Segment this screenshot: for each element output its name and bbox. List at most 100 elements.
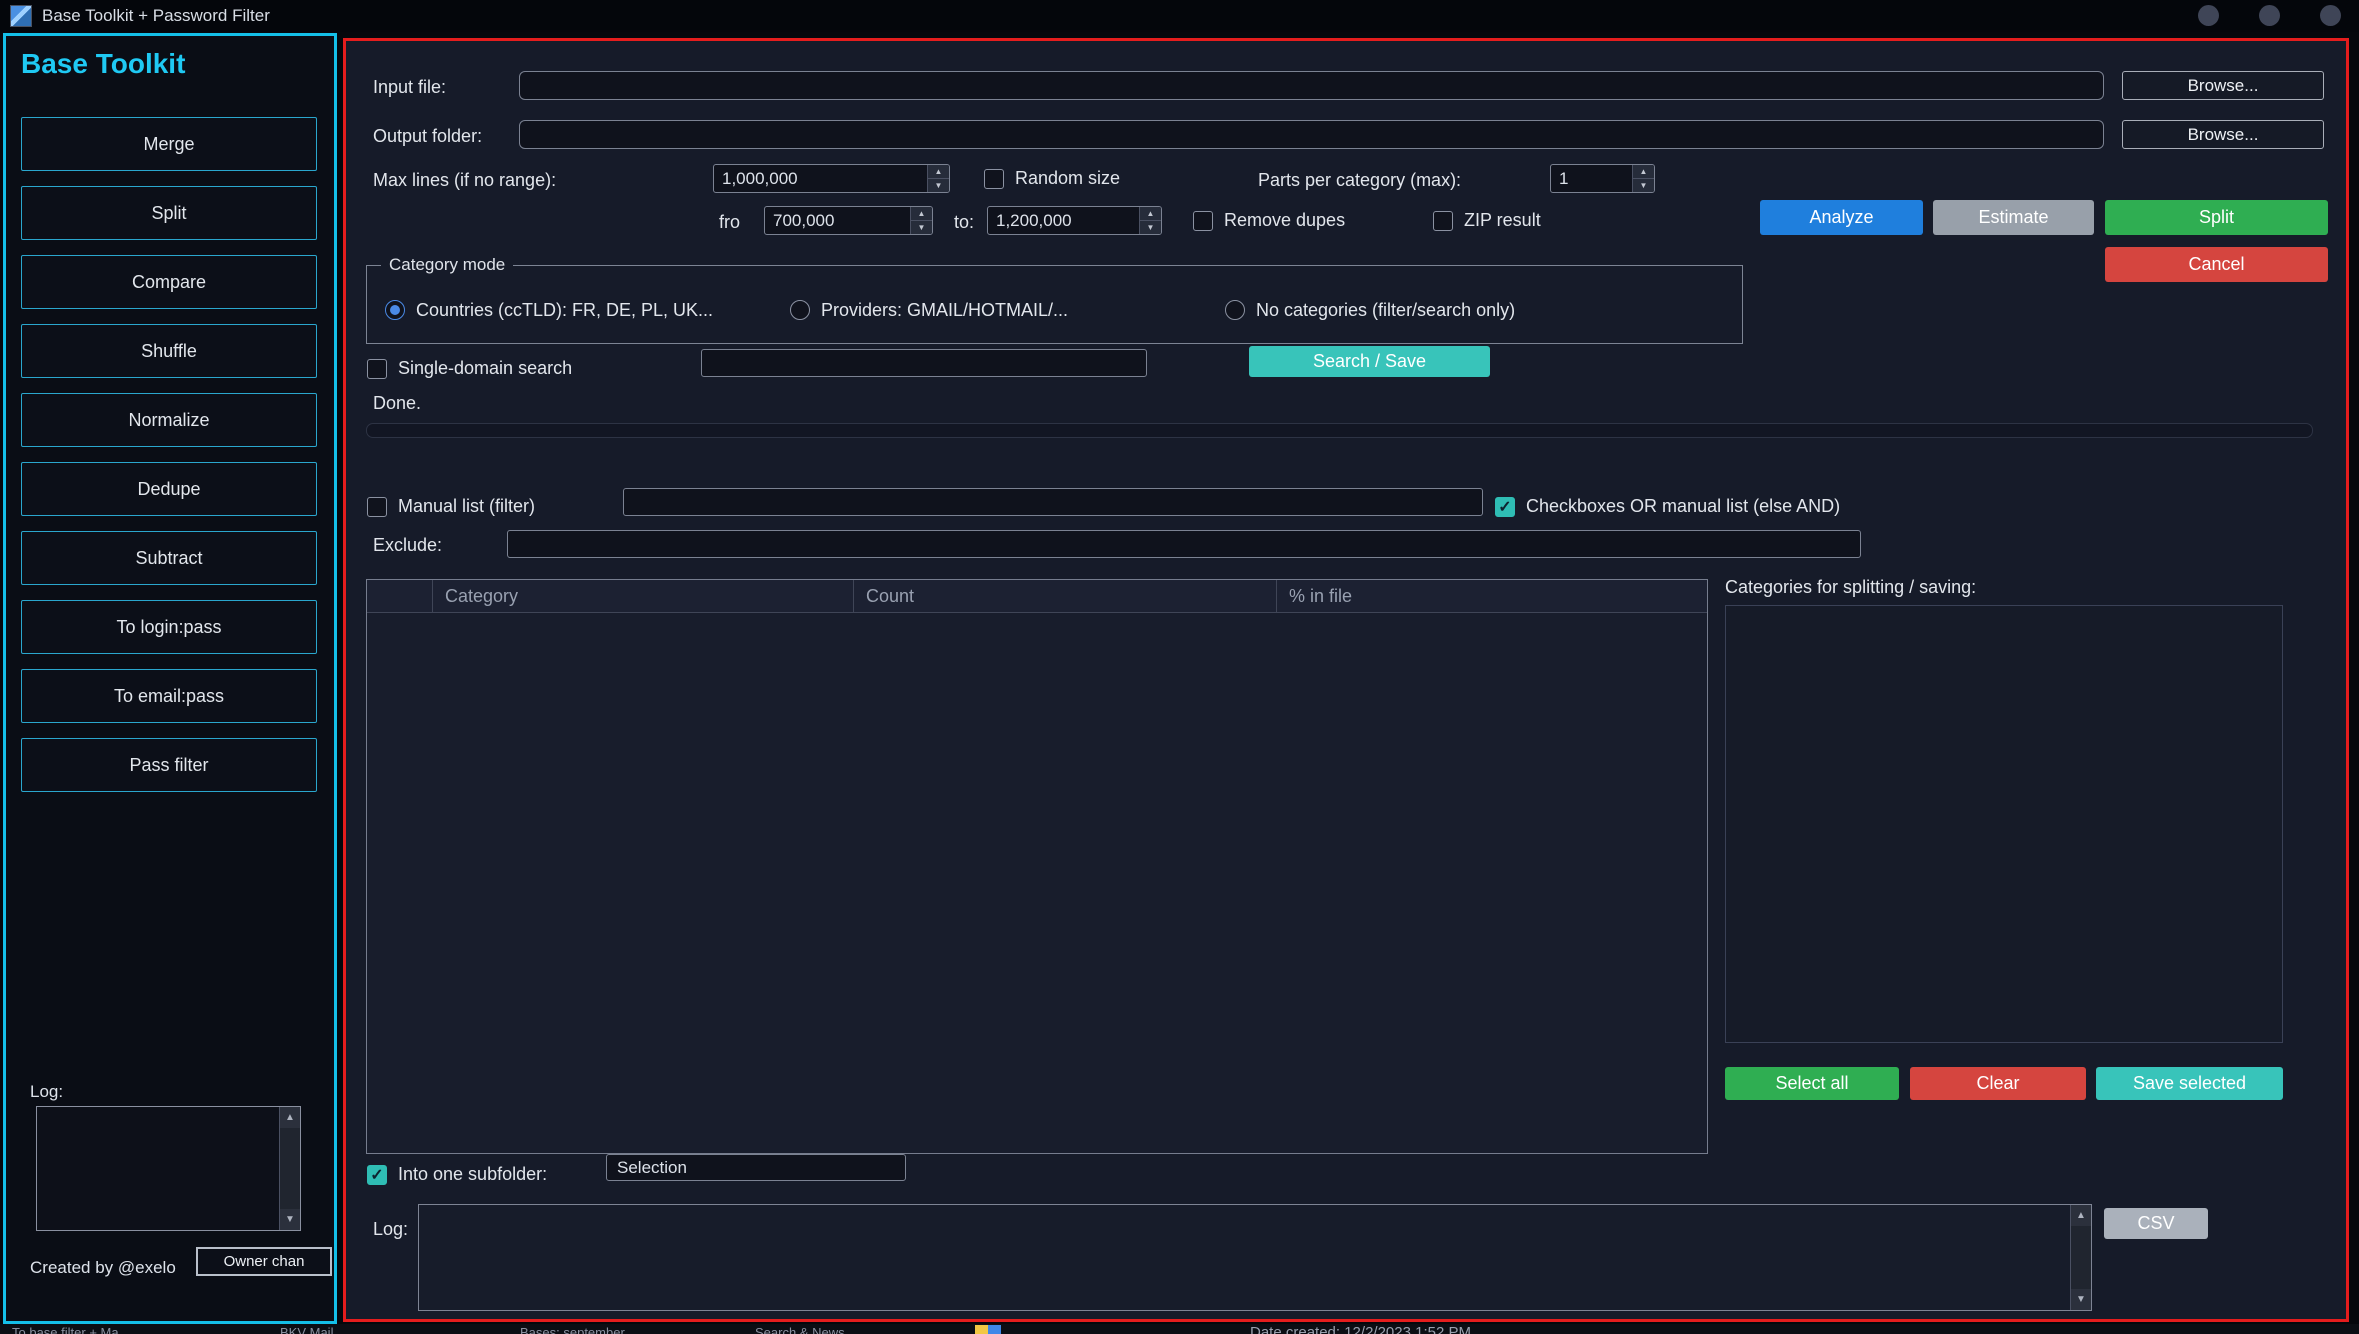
sidebar-button-merge[interactable]: Merge bbox=[21, 117, 317, 171]
minimize-button[interactable] bbox=[2198, 5, 2219, 26]
from-spinner: ▲ ▼ bbox=[764, 206, 933, 235]
main-log-content bbox=[419, 1205, 2070, 1310]
credit-text: Created by @exelo bbox=[30, 1258, 176, 1278]
exclude-field[interactable] bbox=[507, 530, 1861, 558]
scroll-up-icon[interactable]: ▲ bbox=[280, 1107, 300, 1128]
categories-listbox[interactable] bbox=[1725, 605, 2283, 1043]
parts-increment-icon[interactable]: ▲ bbox=[1633, 165, 1654, 179]
taskbar-item[interactable]: BKV Mail... bbox=[280, 1325, 344, 1334]
owner-channel-button[interactable]: Owner chan bbox=[196, 1247, 332, 1276]
application-window: Base Toolkit + Password Filter Base Tool… bbox=[0, 0, 2359, 1334]
table-header-category: Category bbox=[433, 580, 854, 612]
single-domain-label: Single-domain search bbox=[398, 358, 572, 379]
exclude-label: Exclude: bbox=[373, 535, 442, 556]
csv-button[interactable]: CSV bbox=[2104, 1208, 2208, 1239]
sidebar-button-shuffle[interactable]: Shuffle bbox=[21, 324, 317, 378]
to-label: to: bbox=[954, 212, 974, 233]
search-save-button[interactable]: Search / Save bbox=[1249, 346, 1490, 377]
titlebar: Base Toolkit + Password Filter bbox=[0, 0, 2359, 32]
subfolder-name-field[interactable] bbox=[606, 1154, 906, 1181]
main-log-label: Log: bbox=[373, 1219, 408, 1240]
split-button[interactable]: Split bbox=[2105, 200, 2328, 235]
no-categories-radio[interactable] bbox=[1225, 300, 1245, 320]
scrollbar-track[interactable] bbox=[2071, 1226, 2091, 1289]
maximize-button[interactable] bbox=[2259, 5, 2280, 26]
estimate-button[interactable]: Estimate bbox=[1933, 200, 2094, 235]
category-table[interactable]: Category Count % in file bbox=[366, 579, 1708, 1154]
input-file-browse-button[interactable]: Browse... bbox=[2122, 71, 2324, 100]
zip-result-checkbox[interactable] bbox=[1433, 211, 1453, 231]
select-all-button[interactable]: Select all bbox=[1725, 1067, 1899, 1100]
countries-radio[interactable] bbox=[385, 300, 405, 320]
to-input[interactable] bbox=[988, 207, 1139, 234]
parts-decrement-icon[interactable]: ▼ bbox=[1633, 179, 1654, 192]
taskbar-item[interactable]: Search & News... bbox=[755, 1325, 855, 1334]
close-button[interactable] bbox=[2320, 5, 2341, 26]
manual-list-checkbox[interactable] bbox=[367, 497, 387, 517]
max-lines-label: Max lines (if no range): bbox=[373, 170, 556, 191]
remove-dupes-checkbox[interactable] bbox=[1193, 211, 1213, 231]
manual-list-field[interactable] bbox=[623, 488, 1483, 516]
scroll-up-icon[interactable]: ▲ bbox=[2071, 1205, 2091, 1226]
taskbar-item[interactable]: Bases: september... bbox=[520, 1325, 635, 1334]
sidebar-button-pass-filter[interactable]: Pass filter bbox=[21, 738, 317, 792]
sidebar-log-label: Log: bbox=[30, 1082, 63, 1102]
cancel-button[interactable]: Cancel bbox=[2105, 247, 2328, 282]
max-lines-increment-icon[interactable]: ▲ bbox=[928, 165, 949, 179]
scroll-down-icon[interactable]: ▼ bbox=[280, 1209, 300, 1230]
parts-input[interactable] bbox=[1551, 165, 1632, 192]
max-lines-decrement-icon[interactable]: ▼ bbox=[928, 179, 949, 192]
main-log-scrollbar[interactable]: ▲ ▼ bbox=[2070, 1205, 2091, 1310]
into-one-subfolder-checkbox[interactable] bbox=[367, 1165, 387, 1185]
output-folder-browse-button[interactable]: Browse... bbox=[2122, 120, 2324, 149]
to-increment-icon[interactable]: ▲ bbox=[1140, 207, 1161, 221]
scrollbar-track[interactable] bbox=[280, 1128, 300, 1209]
sidebar-button-normalize[interactable]: Normalize bbox=[21, 393, 317, 447]
main-panel: Input file: Browse... Output folder: Bro… bbox=[343, 38, 2349, 1322]
clear-button[interactable]: Clear bbox=[1910, 1067, 2086, 1100]
main-log-area[interactable]: ▲ ▼ bbox=[418, 1204, 2092, 1311]
providers-radio-label: Providers: GMAIL/HOTMAIL/... bbox=[821, 300, 1068, 321]
sidebar-log-area[interactable]: ▲ ▼ bbox=[36, 1106, 301, 1231]
taskbar-strip: To base filter + Ma... BKV Mail... Bases… bbox=[0, 1324, 2359, 1334]
to-spin-arrows: ▲ ▼ bbox=[1139, 207, 1161, 234]
sidebar-button-dedupe[interactable]: Dedupe bbox=[21, 462, 317, 516]
taskbar-item[interactable]: To base filter + Ma... bbox=[12, 1325, 129, 1334]
output-folder-field[interactable] bbox=[519, 120, 2104, 149]
sidebar: Base Toolkit Merge Split Compare Shuffle… bbox=[3, 33, 337, 1324]
max-lines-input[interactable] bbox=[714, 165, 927, 192]
sidebar-button-split[interactable]: Split bbox=[21, 186, 317, 240]
random-size-checkbox[interactable] bbox=[984, 169, 1004, 189]
taskbar-app-icon[interactable] bbox=[975, 1325, 1001, 1334]
sidebar-button-to-login-pass[interactable]: To login:pass bbox=[21, 600, 317, 654]
sidebar-button-compare[interactable]: Compare bbox=[21, 255, 317, 309]
zip-result-label: ZIP result bbox=[1464, 210, 1541, 231]
parts-spinner: ▲ ▼ bbox=[1550, 164, 1655, 193]
scroll-down-icon[interactable]: ▼ bbox=[2071, 1289, 2091, 1310]
to-decrement-icon[interactable]: ▼ bbox=[1140, 221, 1161, 234]
sidebar-button-subtract[interactable]: Subtract bbox=[21, 531, 317, 585]
from-input[interactable] bbox=[765, 207, 910, 234]
providers-radio[interactable] bbox=[790, 300, 810, 320]
checkboxes-or-checkbox[interactable] bbox=[1495, 497, 1515, 517]
manual-list-label: Manual list (filter) bbox=[398, 496, 535, 517]
sidebar-button-to-email-pass[interactable]: To email:pass bbox=[21, 669, 317, 723]
from-increment-icon[interactable]: ▲ bbox=[911, 207, 932, 221]
single-domain-field[interactable] bbox=[701, 349, 1147, 377]
save-selected-button[interactable]: Save selected bbox=[2096, 1067, 2283, 1100]
sidebar-log-scrollbar[interactable]: ▲ ▼ bbox=[279, 1107, 300, 1230]
single-domain-checkbox[interactable] bbox=[367, 359, 387, 379]
output-folder-label: Output folder: bbox=[373, 126, 482, 147]
progress-bar bbox=[366, 423, 2313, 438]
category-mode-title: Category mode bbox=[381, 255, 513, 275]
sidebar-log-content bbox=[37, 1107, 279, 1230]
countries-radio-label: Countries (ccTLD): FR, DE, PL, UK... bbox=[416, 300, 713, 321]
parts-per-category-label: Parts per category (max): bbox=[1258, 170, 1461, 191]
into-one-subfolder-label: Into one subfolder: bbox=[398, 1164, 547, 1185]
analyze-button[interactable]: Analyze bbox=[1760, 200, 1923, 235]
from-decrement-icon[interactable]: ▼ bbox=[911, 221, 932, 234]
from-spin-arrows: ▲ ▼ bbox=[910, 207, 932, 234]
table-header-percent: % in file bbox=[1277, 580, 1707, 612]
no-categories-radio-label: No categories (filter/search only) bbox=[1256, 300, 1515, 321]
input-file-field[interactable] bbox=[519, 71, 2104, 100]
